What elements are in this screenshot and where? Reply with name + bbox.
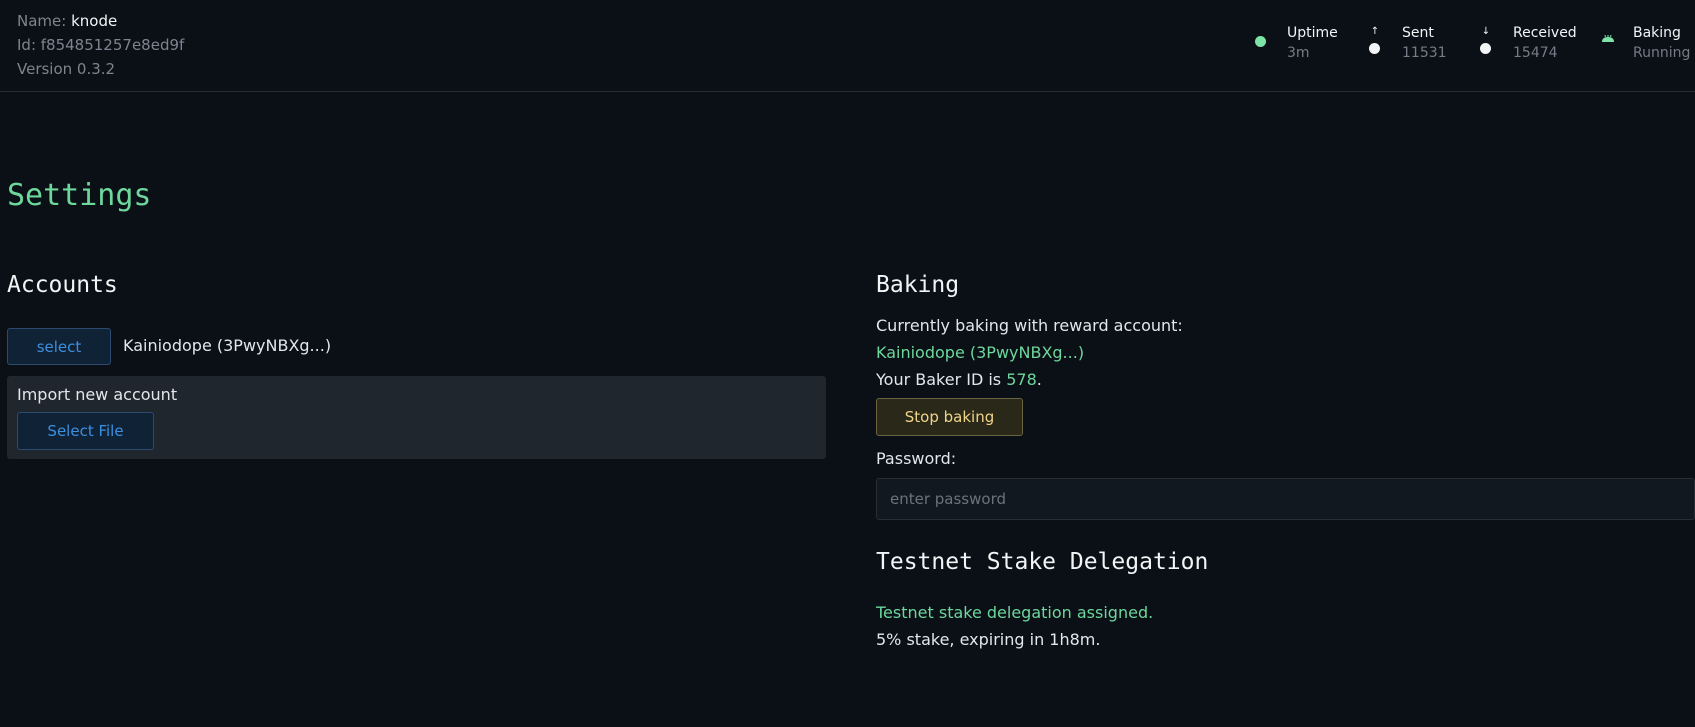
page-title: Settings <box>7 178 152 213</box>
baker-id-value: 578 <box>1006 370 1037 389</box>
stop-baking-button[interactable]: Stop baking <box>876 398 1023 436</box>
uptime-status-icon <box>1254 23 1268 63</box>
import-account-label: Import new account <box>17 385 178 404</box>
password-label: Password: <box>876 449 957 468</box>
password-input[interactable] <box>876 478 1695 520</box>
reward-account: Kainiodope (3PwyNBXg...) <box>876 343 1085 362</box>
baker-id-suffix: . <box>1036 370 1042 389</box>
account-name: Kainiodope (3PwyNBXg...) <box>123 336 332 355</box>
select-account-button[interactable]: select <box>7 328 111 365</box>
stat-uptime-label: Uptime <box>1287 25 1338 41</box>
stat-baking-value: Running <box>1633 45 1691 61</box>
stat-baking-label: Baking <box>1633 25 1681 41</box>
delegation-details: 5% stake, expiring in 1h8m. <box>876 630 1101 649</box>
baker-id-prefix: Your Baker ID is <box>876 370 1007 389</box>
delegation-title: Testnet Stake Delegation <box>876 549 1209 575</box>
top-bar: Name: knode Id: f854851257e8ed9f Version… <box>0 0 1695 92</box>
delegation-status: Testnet stake delegation assigned. <box>876 603 1154 622</box>
stat-received-label: Received <box>1513 25 1577 41</box>
stat-uptime-value: 3m <box>1287 45 1310 61</box>
baking-status-text: Currently baking with reward account: <box>876 316 1183 335</box>
stat-sent-label: Sent <box>1402 25 1434 41</box>
arrow-down-icon: ↓ <box>1479 23 1493 63</box>
baker-id-line: Your Baker ID is 578. <box>876 369 1042 391</box>
arrow-up-icon: ↑ <box>1368 23 1382 63</box>
select-file-button[interactable]: Select File <box>17 412 154 450</box>
node-stats: Uptime 3m ↑ Sent 11531 ↓ Received 15474 <box>0 23 1695 63</box>
stat-received-value: 15474 <box>1513 45 1558 61</box>
bread-icon <box>1601 23 1615 63</box>
import-account-panel: Import new account Select File <box>7 376 826 459</box>
accounts-title: Accounts <box>7 272 118 298</box>
stat-sent-value: 11531 <box>1402 45 1447 61</box>
baking-title: Baking <box>876 272 960 298</box>
